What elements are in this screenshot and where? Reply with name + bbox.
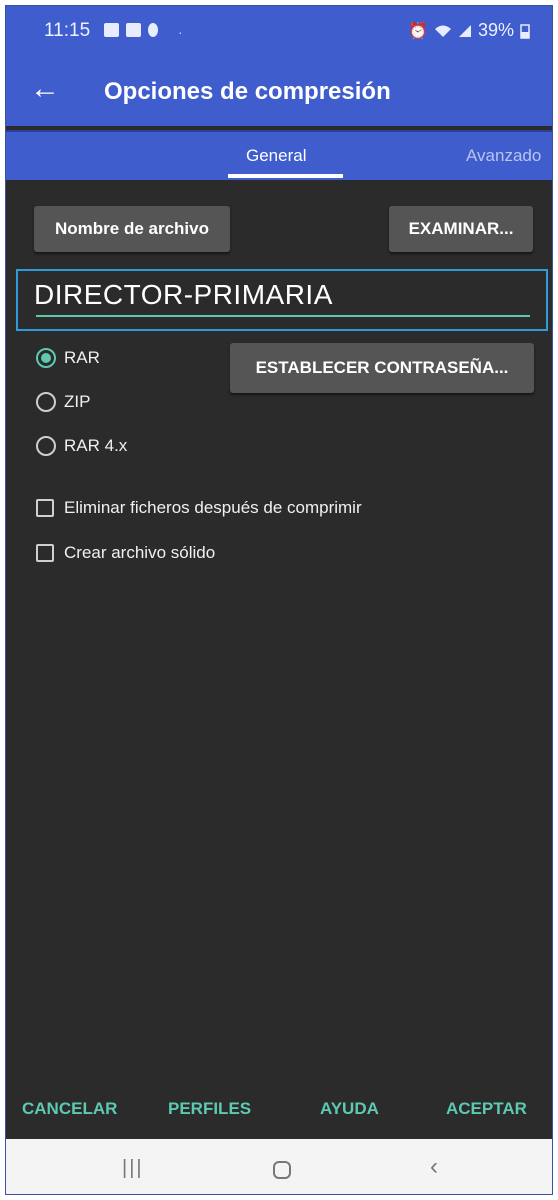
browse-button[interactable]: EXAMINAR... <box>389 206 533 252</box>
checkbox-solid-archive-label: Crear archivo sólido <box>64 543 216 562</box>
help-button[interactable]: AYUDA <box>320 1099 379 1119</box>
radio-rar[interactable]: RAR <box>36 344 100 372</box>
checkbox-delete-files-label: Eliminar ficheros después de comprimir <box>64 498 362 517</box>
cancel-button[interactable]: CANCELAR <box>22 1099 117 1119</box>
checkbox-delete-files[interactable]: Eliminar ficheros después de comprimir <box>36 494 362 522</box>
status-right: ⏰ 39% <box>408 20 530 41</box>
gallery-notification-icon <box>104 23 119 37</box>
radio-selected-icon[interactable] <box>36 348 56 368</box>
tab-indicator <box>228 174 343 178</box>
app-notification-icon <box>126 23 141 37</box>
home-icon[interactable] <box>272 1160 292 1180</box>
battery-text: 39% <box>477 20 514 40</box>
radio-rar-label: RAR <box>64 348 100 367</box>
alarm-icon: ⏰ <box>408 22 428 40</box>
back-nav-icon[interactable]: ‹ <box>430 1153 438 1181</box>
radio-rar4-label: RAR 4.x <box>64 436 128 455</box>
back-arrow-icon[interactable]: ← <box>30 74 60 104</box>
action-bar: CANCELAR PERFILES AYUDA ACEPTAR <box>6 1091 552 1131</box>
checkbox-icon[interactable] <box>36 499 54 517</box>
tab-avanzado[interactable]: Avanzado <box>466 146 541 166</box>
messenger-notification-icon <box>148 23 158 37</box>
accept-button[interactable]: ACEPTAR <box>446 1099 527 1119</box>
radio-rar4[interactable]: RAR 4.x <box>36 432 127 460</box>
profiles-button[interactable]: PERFILES <box>168 1099 251 1119</box>
battery-icon <box>520 23 530 39</box>
radio-zip[interactable]: ZIP <box>36 388 90 416</box>
filename-field[interactable]: DIRECTOR-PRIMARIA <box>16 269 548 331</box>
navigation-bar: ||| ‹ <box>6 1139 552 1194</box>
set-password-button[interactable]: ESTABLECER CONTRASEÑA... <box>230 343 534 393</box>
radio-unselected-icon[interactable] <box>36 436 56 456</box>
filename-button[interactable]: Nombre de archivo <box>34 206 230 252</box>
wifi-icon <box>434 25 451 37</box>
app-window: 11:15 · ⏰ 39% ← Opciones de compresión G… <box>5 5 553 1195</box>
checkbox-solid-archive[interactable]: Crear archivo sólido <box>36 539 215 567</box>
app-bar: ← Opciones de compresión <box>6 58 552 126</box>
page-title: Opciones de compresión <box>104 78 391 105</box>
input-underline <box>36 315 530 317</box>
tab-bar: General Avanzado <box>6 130 552 180</box>
signal-icon <box>458 24 471 37</box>
filename-input-value[interactable]: DIRECTOR-PRIMARIA <box>34 279 333 311</box>
recent-apps-icon[interactable]: ||| <box>122 1157 144 1180</box>
checkbox-icon[interactable] <box>36 544 54 562</box>
tab-general[interactable]: General <box>246 146 306 166</box>
status-bar: 11:15 · ⏰ 39% <box>6 6 552 58</box>
radio-zip-label: ZIP <box>64 392 91 411</box>
radio-unselected-icon[interactable] <box>36 392 56 412</box>
more-notifications-icon: · <box>178 24 183 40</box>
status-time: 11:15 <box>44 20 91 41</box>
